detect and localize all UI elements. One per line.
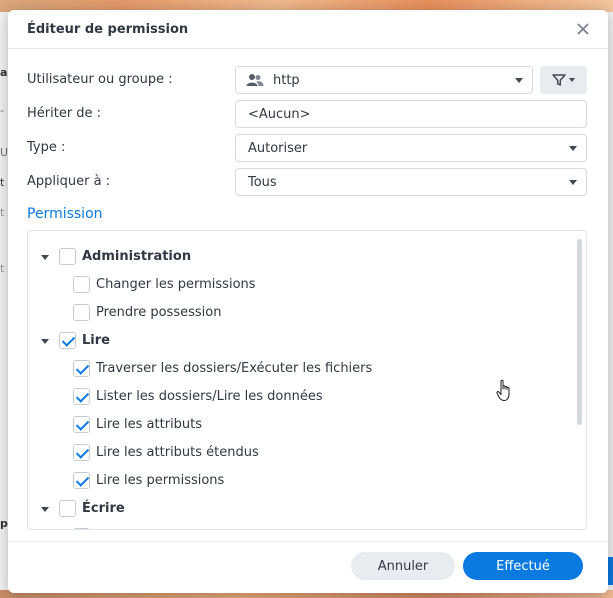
tree-label: Traverser les dossiers/Exécuter les fich…	[96, 361, 373, 376]
type-select[interactable]: Autoriser	[235, 134, 587, 162]
filter-button[interactable]	[540, 66, 587, 94]
background-text: -	[0, 104, 4, 117]
tree-label: Lire les attributs étendus	[96, 445, 259, 460]
chevron-down-icon[interactable]	[41, 339, 49, 344]
tree-label: Administration	[82, 249, 192, 264]
tree-label: Écrire	[82, 501, 125, 516]
tree-label: Lire les attributs	[96, 417, 203, 432]
tree-label: Changer les permissions	[96, 277, 256, 292]
users-icon	[246, 74, 264, 86]
background-text: p	[0, 517, 8, 530]
apply-to-value: Tous	[248, 174, 277, 190]
hand-cursor-icon	[496, 379, 510, 401]
apply-to-label: Appliquer à :	[27, 174, 111, 189]
close-button[interactable]	[572, 18, 594, 40]
background-text: t	[0, 206, 5, 219]
checkbox-partial[interactable]	[73, 528, 90, 529]
footer-divider	[8, 541, 608, 542]
checkbox-ecrire[interactable]	[59, 500, 76, 517]
checkbox-lire-permissions[interactable]	[73, 472, 90, 489]
inherit-value: <Aucun>	[248, 106, 311, 122]
checkbox-lire[interactable]	[59, 332, 76, 349]
user-group-value: http	[273, 72, 300, 88]
chevron-down-icon[interactable]	[41, 507, 49, 512]
checkbox-lister[interactable]	[73, 388, 90, 405]
type-label: Type :	[27, 140, 66, 155]
type-value: Autoriser	[248, 140, 308, 156]
user-group-label: Utilisateur ou groupe :	[27, 72, 173, 87]
filter-icon	[552, 74, 566, 86]
chevron-down-icon	[515, 78, 523, 83]
chevron-down-icon	[569, 146, 577, 151]
inherit-field[interactable]: <Aucun>	[235, 100, 587, 128]
user-group-select[interactable]: http	[235, 66, 533, 94]
apply-to-select[interactable]: Tous	[235, 168, 587, 196]
inherit-label: Hériter de :	[27, 106, 102, 121]
chevron-down-icon[interactable]	[41, 255, 49, 260]
checkbox-lire-attributs-etendus[interactable]	[73, 444, 90, 461]
checkbox-traverser[interactable]	[73, 360, 90, 377]
tree-label: Lister les dossiers/Lire les données	[96, 389, 323, 404]
tree-label: Lire	[82, 333, 110, 348]
confirm-button[interactable]: Effectué	[463, 552, 583, 580]
dialog-title: Éditeur de permission	[27, 22, 189, 37]
chevron-down-icon	[569, 78, 575, 82]
checkbox-administration[interactable]	[59, 248, 76, 265]
cancel-button[interactable]: Annuler	[351, 552, 455, 580]
chevron-down-icon	[569, 180, 577, 185]
background-text: a	[0, 66, 8, 79]
background-text: t	[0, 176, 5, 189]
checkbox-lire-attributs[interactable]	[73, 416, 90, 433]
tree-label: Lire les permissions	[96, 473, 225, 488]
checkbox-changer-permissions[interactable]	[73, 276, 90, 293]
tree-label: Prendre possession	[96, 305, 222, 320]
background-text: t	[0, 262, 5, 275]
permission-editor-dialog: Éditeur de permission Utilisateur ou gro…	[8, 10, 608, 593]
header-divider	[8, 48, 608, 49]
tree-scrollbar[interactable]	[577, 239, 582, 425]
checkbox-prendre-possession[interactable]	[73, 304, 90, 321]
permission-section-title: Permission	[27, 206, 103, 222]
close-icon	[577, 23, 589, 35]
